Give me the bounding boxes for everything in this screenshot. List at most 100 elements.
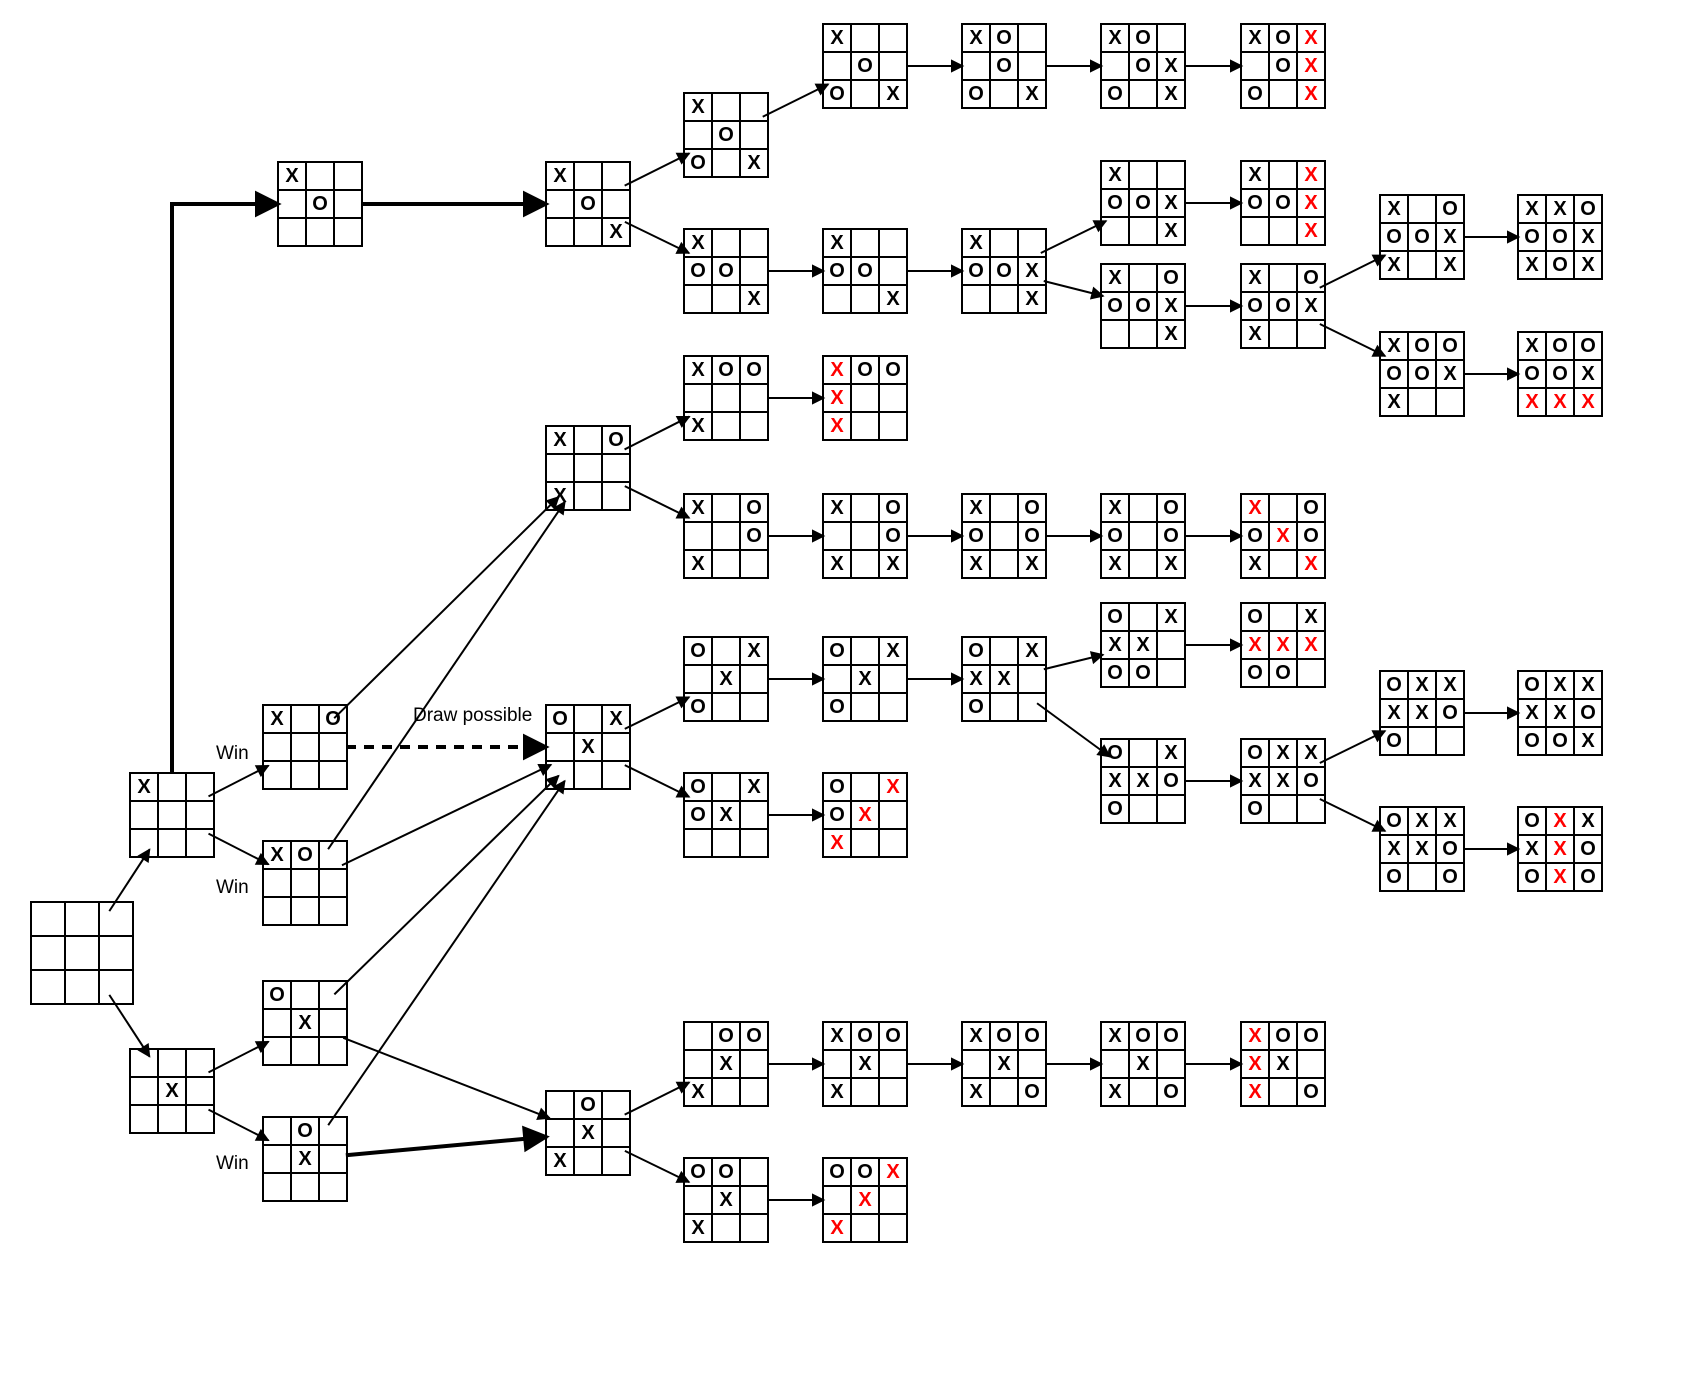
cell [823, 52, 851, 80]
cell: X [1408, 807, 1436, 835]
mark-o: O [1414, 335, 1430, 357]
edge [1044, 655, 1103, 670]
cell [851, 24, 879, 52]
cell: X [1157, 739, 1185, 767]
cell: X [962, 494, 990, 522]
mark-x: X [830, 832, 843, 854]
mark-o: O [746, 1025, 762, 1047]
edge [1320, 324, 1385, 356]
mark-o: O [885, 359, 901, 381]
cell: O [990, 24, 1018, 52]
cell: X [1157, 550, 1185, 578]
cell [851, 384, 879, 412]
cell: O [1574, 332, 1602, 360]
edge [334, 497, 559, 718]
mark-o: O [1135, 27, 1151, 49]
cell: X [879, 285, 907, 313]
cell [684, 829, 712, 857]
cell [740, 1186, 768, 1214]
cell: O [990, 52, 1018, 80]
cell: X [1101, 1022, 1129, 1050]
mark-o: O [829, 804, 845, 826]
cell [1129, 494, 1157, 522]
cell: X [1297, 292, 1325, 320]
cell [851, 80, 879, 108]
cell [1241, 52, 1269, 80]
ttt-board: XOOXX [822, 355, 908, 441]
cell: O [1241, 292, 1269, 320]
cell: O [1101, 795, 1129, 823]
cell [851, 412, 879, 440]
cell: O [823, 801, 851, 829]
mark-o: O [1414, 226, 1430, 248]
cell [1129, 1078, 1157, 1106]
cell: X [851, 801, 879, 829]
mark-x: X [1164, 323, 1177, 345]
cell: X [879, 1158, 907, 1186]
ttt-board: XOOOXX [1100, 263, 1186, 349]
mark-o: O [1552, 335, 1568, 357]
edge [342, 765, 551, 865]
edge [1041, 221, 1106, 253]
ttt-board: XOOOXX [1240, 263, 1326, 349]
cell [574, 705, 602, 733]
mark-x: X [1553, 866, 1566, 888]
mark-o: O [1107, 525, 1123, 547]
cell [546, 218, 574, 246]
cell: O [684, 257, 712, 285]
mark-o: O [1163, 497, 1179, 519]
mark-o: O [1163, 1025, 1179, 1047]
mark-x: X [886, 553, 899, 575]
mark-x: X [1525, 702, 1538, 724]
cell: X [1297, 603, 1325, 631]
cell: X [962, 229, 990, 257]
cell [263, 897, 291, 925]
cell [602, 482, 630, 510]
cell: O [1101, 659, 1129, 687]
ttt-board: OXXXXOOXO [1517, 806, 1603, 892]
cell [851, 693, 879, 721]
cell: O [1129, 24, 1157, 52]
mark-o: O [857, 55, 873, 77]
mark-x: X [1025, 83, 1038, 105]
cell [99, 936, 133, 970]
cell [879, 257, 907, 285]
mark-o: O [1275, 295, 1291, 317]
cell: X [1269, 767, 1297, 795]
cell [740, 121, 768, 149]
cell: O [1269, 24, 1297, 52]
mark-x: X [997, 668, 1010, 690]
cell: O [962, 637, 990, 665]
cell: O [1101, 80, 1129, 108]
mark-x: X [1553, 810, 1566, 832]
mark-o: O [1386, 226, 1402, 248]
cell: O [712, 257, 740, 285]
cell [186, 1105, 214, 1133]
mark-x: X [691, 553, 704, 575]
cell: O [1546, 727, 1574, 755]
mark-o: O [690, 776, 706, 798]
mark-x: X [747, 640, 760, 662]
cell [65, 936, 99, 970]
mark-o: O [829, 83, 845, 105]
mark-o: O [829, 640, 845, 662]
mark-o: O [1024, 525, 1040, 547]
ttt-board: XOOXX [822, 1021, 908, 1107]
cell [740, 665, 768, 693]
edge [343, 1038, 550, 1118]
mark-x: X [1304, 742, 1317, 764]
cell [99, 970, 133, 1004]
cell [291, 1173, 319, 1201]
cell [990, 693, 1018, 721]
cell: X [1380, 332, 1408, 360]
mark-o: O [746, 497, 762, 519]
cell [1101, 1050, 1129, 1078]
mark-o: O [718, 359, 734, 381]
mark-o: O [968, 640, 984, 662]
cell: O [1129, 189, 1157, 217]
mark-x: X [1581, 810, 1594, 832]
mark-x: X [1164, 83, 1177, 105]
cell: O [1129, 292, 1157, 320]
ttt-board: XOOX [683, 228, 769, 314]
mark-o: O [1163, 1081, 1179, 1103]
